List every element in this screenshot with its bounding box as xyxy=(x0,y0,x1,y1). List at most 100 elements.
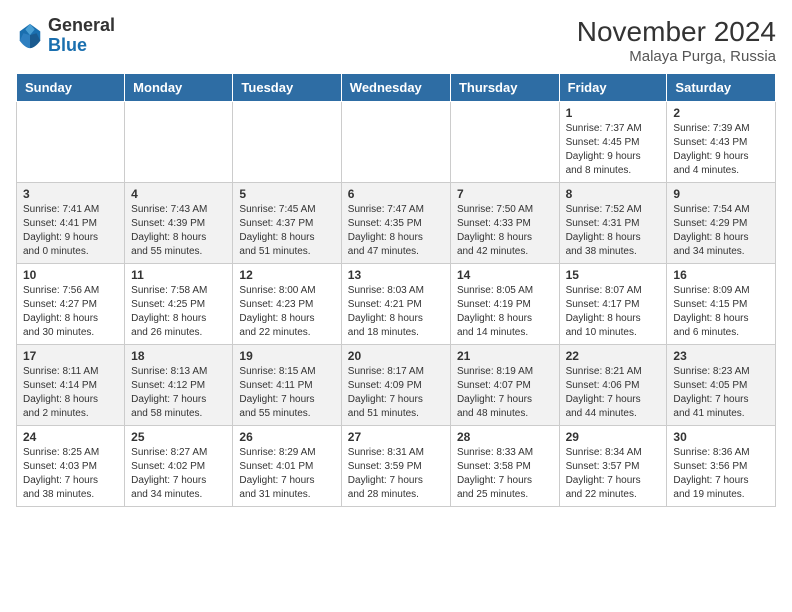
calendar-day-cell: 26 Sunrise: 8:29 AM Sunset: 4:01 PM Dayli… xyxy=(233,426,341,507)
calendar-day-cell: 4 Sunrise: 7:43 AM Sunset: 4:39 PM Daylig… xyxy=(125,183,233,264)
calendar-header-row: SundayMondayTuesdayWednesdayThursdayFrid… xyxy=(17,74,776,102)
day-info: Sunrise: 7:56 AM Sunset: 4:27 PM Dayligh… xyxy=(23,284,118,340)
day-of-week-header: Wednesday xyxy=(341,74,450,102)
day-number: 6 xyxy=(348,187,444,201)
calendar-day-cell: 30 Sunrise: 8:36 AM Sunset: 3:56 PM Dayli… xyxy=(667,426,776,507)
day-info: Sunrise: 8:23 AM Sunset: 4:05 PM Dayligh… xyxy=(673,365,769,421)
calendar-day-cell: 19Sunrise: 8:15 AM Sunset: 4:11 PM Dayli… xyxy=(233,345,341,426)
calendar-day-cell: 10 Sunrise: 7:56 AM Sunset: 4:27 PM Dayli… xyxy=(17,264,125,345)
day-info: Sunrise: 8:19 AM Sunset: 4:07 PM Dayligh… xyxy=(457,365,553,421)
day-number: 27 xyxy=(348,430,444,444)
day-number: 21 xyxy=(457,349,553,363)
day-info: Sunrise: 7:58 AM Sunset: 4:25 PM Dayligh… xyxy=(131,284,226,340)
calendar-day-cell: 11Sunrise: 7:58 AM Sunset: 4:25 PM Dayli… xyxy=(125,264,233,345)
day-info: Sunrise: 8:21 AM Sunset: 4:06 PM Dayligh… xyxy=(566,365,661,421)
day-info: Sunrise: 8:09 AM Sunset: 4:15 PM Dayligh… xyxy=(673,284,769,340)
day-info: Sunrise: 8:33 AM Sunset: 3:58 PM Dayligh… xyxy=(457,446,553,502)
day-number: 16 xyxy=(673,268,769,282)
day-number: 25 xyxy=(131,430,226,444)
day-number: 12 xyxy=(239,268,334,282)
calendar-day-cell: 24 Sunrise: 8:25 AM Sunset: 4:03 PM Dayli… xyxy=(17,426,125,507)
day-of-week-header: Thursday xyxy=(450,74,559,102)
calendar-day-cell: 23 Sunrise: 8:23 AM Sunset: 4:05 PM Dayli… xyxy=(667,345,776,426)
title-block: November 2024 Malaya Purga, Russia xyxy=(577,16,776,65)
day-number: 18 xyxy=(131,349,226,363)
calendar-day-cell xyxy=(125,102,233,183)
calendar-week-row: 24 Sunrise: 8:25 AM Sunset: 4:03 PM Dayli… xyxy=(17,426,776,507)
day-info: Sunrise: 7:37 AM Sunset: 4:45 PM Dayligh… xyxy=(566,122,661,178)
calendar-day-cell: 22 Sunrise: 8:21 AM Sunset: 4:06 PM Dayli… xyxy=(559,345,667,426)
month-title: November 2024 xyxy=(577,16,776,48)
location: Malaya Purga, Russia xyxy=(577,48,776,65)
day-info: Sunrise: 7:45 AM Sunset: 4:37 PM Dayligh… xyxy=(239,203,334,259)
calendar-day-cell: 28Sunrise: 8:33 AM Sunset: 3:58 PM Dayli… xyxy=(450,426,559,507)
day-info: Sunrise: 8:13 AM Sunset: 4:12 PM Dayligh… xyxy=(131,365,226,421)
day-info: Sunrise: 8:17 AM Sunset: 4:09 PM Dayligh… xyxy=(348,365,444,421)
day-number: 4 xyxy=(131,187,226,201)
logo-icon xyxy=(16,22,44,50)
day-info: Sunrise: 8:00 AM Sunset: 4:23 PM Dayligh… xyxy=(239,284,334,340)
day-number: 26 xyxy=(239,430,334,444)
calendar-week-row: 10 Sunrise: 7:56 AM Sunset: 4:27 PM Dayli… xyxy=(17,264,776,345)
day-of-week-header: Tuesday xyxy=(233,74,341,102)
calendar-day-cell: 15 Sunrise: 8:07 AM Sunset: 4:17 PM Dayli… xyxy=(559,264,667,345)
day-number: 30 xyxy=(673,430,769,444)
day-number: 8 xyxy=(566,187,661,201)
calendar-day-cell: 25 Sunrise: 8:27 AM Sunset: 4:02 PM Dayli… xyxy=(125,426,233,507)
calendar-week-row: 1 Sunrise: 7:37 AM Sunset: 4:45 PM Daylig… xyxy=(17,102,776,183)
calendar-day-cell: 8 Sunrise: 7:52 AM Sunset: 4:31 PM Daylig… xyxy=(559,183,667,264)
calendar-day-cell: 2 Sunrise: 7:39 AM Sunset: 4:43 PM Daylig… xyxy=(667,102,776,183)
day-info: Sunrise: 7:52 AM Sunset: 4:31 PM Dayligh… xyxy=(566,203,661,259)
day-info: Sunrise: 7:43 AM Sunset: 4:39 PM Dayligh… xyxy=(131,203,226,259)
calendar-day-cell: 5 Sunrise: 7:45 AM Sunset: 4:37 PM Daylig… xyxy=(233,183,341,264)
calendar-week-row: 3 Sunrise: 7:41 AM Sunset: 4:41 PM Daylig… xyxy=(17,183,776,264)
day-number: 22 xyxy=(566,349,661,363)
day-info: Sunrise: 8:03 AM Sunset: 4:21 PM Dayligh… xyxy=(348,284,444,340)
day-of-week-header: Saturday xyxy=(667,74,776,102)
day-of-week-header: Monday xyxy=(125,74,233,102)
logo: General Blue xyxy=(16,16,115,56)
day-info: Sunrise: 8:34 AM Sunset: 3:57 PM Dayligh… xyxy=(566,446,661,502)
day-info: Sunrise: 8:31 AM Sunset: 3:59 PM Dayligh… xyxy=(348,446,444,502)
day-info: Sunrise: 7:39 AM Sunset: 4:43 PM Dayligh… xyxy=(673,122,769,178)
day-info: Sunrise: 8:07 AM Sunset: 4:17 PM Dayligh… xyxy=(566,284,661,340)
day-number: 13 xyxy=(348,268,444,282)
calendar-day-cell: 7Sunrise: 7:50 AM Sunset: 4:33 PM Daylig… xyxy=(450,183,559,264)
calendar-day-cell: 12 Sunrise: 8:00 AM Sunset: 4:23 PM Dayli… xyxy=(233,264,341,345)
calendar-day-cell: 6 Sunrise: 7:47 AM Sunset: 4:35 PM Daylig… xyxy=(341,183,450,264)
day-info: Sunrise: 8:15 AM Sunset: 4:11 PM Dayligh… xyxy=(239,365,334,421)
day-number: 17 xyxy=(23,349,118,363)
day-of-week-header: Friday xyxy=(559,74,667,102)
day-number: 23 xyxy=(673,349,769,363)
day-number: 1 xyxy=(566,106,661,120)
day-number: 10 xyxy=(23,268,118,282)
day-number: 14 xyxy=(457,268,553,282)
day-number: 24 xyxy=(23,430,118,444)
calendar-day-cell: 17 Sunrise: 8:11 AM Sunset: 4:14 PM Dayli… xyxy=(17,345,125,426)
day-number: 9 xyxy=(673,187,769,201)
calendar-day-cell: 1 Sunrise: 7:37 AM Sunset: 4:45 PM Daylig… xyxy=(559,102,667,183)
day-number: 29 xyxy=(566,430,661,444)
day-number: 15 xyxy=(566,268,661,282)
day-info: Sunrise: 8:11 AM Sunset: 4:14 PM Dayligh… xyxy=(23,365,118,421)
day-info: Sunrise: 7:41 AM Sunset: 4:41 PM Dayligh… xyxy=(23,203,118,259)
day-number: 5 xyxy=(239,187,334,201)
day-info: Sunrise: 8:05 AM Sunset: 4:19 PM Dayligh… xyxy=(457,284,553,340)
calendar-day-cell: 21 Sunrise: 8:19 AM Sunset: 4:07 PM Dayli… xyxy=(450,345,559,426)
day-info: Sunrise: 8:25 AM Sunset: 4:03 PM Dayligh… xyxy=(23,446,118,502)
day-info: Sunrise: 7:47 AM Sunset: 4:35 PM Dayligh… xyxy=(348,203,444,259)
logo-text: General Blue xyxy=(48,16,115,56)
day-info: Sunrise: 8:27 AM Sunset: 4:02 PM Dayligh… xyxy=(131,446,226,502)
calendar-week-row: 17 Sunrise: 8:11 AM Sunset: 4:14 PM Dayli… xyxy=(17,345,776,426)
day-info: Sunrise: 8:36 AM Sunset: 3:56 PM Dayligh… xyxy=(673,446,769,502)
calendar-day-cell: 20Sunrise: 8:17 AM Sunset: 4:09 PM Dayli… xyxy=(341,345,450,426)
day-number: 2 xyxy=(673,106,769,120)
day-info: Sunrise: 8:29 AM Sunset: 4:01 PM Dayligh… xyxy=(239,446,334,502)
page-header: General Blue November 2024 Malaya Purga,… xyxy=(16,16,776,65)
calendar-day-cell: 14 Sunrise: 8:05 AM Sunset: 4:19 PM Dayli… xyxy=(450,264,559,345)
calendar-day-cell: 27 Sunrise: 8:31 AM Sunset: 3:59 PM Dayli… xyxy=(341,426,450,507)
day-number: 3 xyxy=(23,187,118,201)
calendar-day-cell: 3 Sunrise: 7:41 AM Sunset: 4:41 PM Daylig… xyxy=(17,183,125,264)
calendar: SundayMondayTuesdayWednesdayThursdayFrid… xyxy=(16,73,776,507)
day-info: Sunrise: 7:50 AM Sunset: 4:33 PM Dayligh… xyxy=(457,203,553,259)
